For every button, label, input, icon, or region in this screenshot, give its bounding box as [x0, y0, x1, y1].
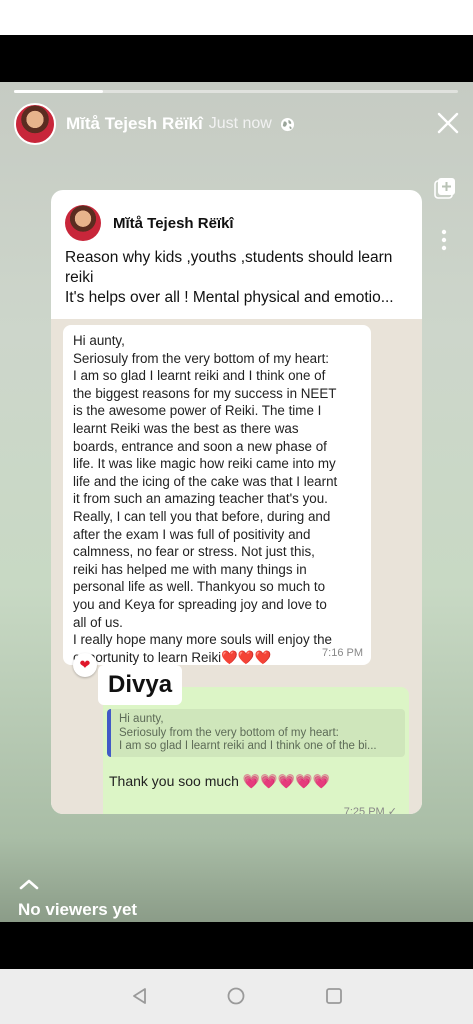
incoming-message-line: boards, entrance and soon a new phase of — [73, 438, 327, 454]
incoming-message-line: Seriosuly from the very bottom of my hea… — [73, 350, 330, 366]
chevron-up-icon[interactable] — [19, 878, 39, 890]
post-avatar[interactable] — [65, 205, 101, 241]
home-icon[interactable] — [226, 986, 246, 1006]
quoted-message: Hi aunty, Seriosuly from the very bottom … — [107, 709, 405, 757]
quoted-message-line: Seriosuly from the very bottom of my hea… — [119, 726, 339, 739]
incoming-message-line: is the awesome power of Reiki. The time … — [73, 403, 322, 419]
reply-text: Thank you soo much 💗💗💗💗💗 — [109, 773, 331, 789]
incoming-message-line: reiki has helped me with many things in — [73, 561, 307, 577]
sender-label: Divya — [98, 665, 183, 705]
quoted-message-line: Hi aunty, — [119, 713, 164, 725]
incoming-message-line: all of us. — [73, 614, 123, 630]
incoming-message-text: Hi aunty, Seriosuly from the very bottom … — [73, 332, 361, 666]
chat-screenshot: Hi aunty, Seriosuly from the very bottom … — [51, 319, 422, 814]
add-to-story-icon[interactable] — [433, 176, 457, 200]
incoming-message-bubble: Hi aunty, Seriosuly from the very bottom … — [63, 325, 371, 665]
incoming-message-line: I really hope many more souls will enjoy… — [73, 632, 333, 648]
top-black-bar — [0, 35, 473, 82]
viewers-text[interactable]: No viewers yet — [18, 900, 137, 920]
navigation-bar — [0, 969, 473, 1024]
incoming-message-line: opportunity to learn Reiki❤️❤️❤️ — [73, 649, 272, 665]
recent-apps-icon[interactable] — [324, 986, 344, 1006]
post-header: Mĭtå Tejesh Rëïkî — [65, 204, 234, 242]
incoming-message-line: Really, I can tell you that before, duri… — [73, 508, 331, 524]
heart-reaction-icon: ❤ — [73, 653, 97, 677]
bottom-black-bar — [0, 922, 473, 969]
more-vertical-icon[interactable] — [440, 229, 448, 251]
close-icon[interactable] — [436, 111, 460, 135]
status-bar — [0, 0, 473, 35]
shared-post-card[interactable]: Mĭtå Tejesh Rëïkî Reason why kids ,youth… — [51, 190, 422, 814]
incoming-message-line: personal life as well. Thankyou so much … — [73, 579, 326, 595]
post-text-line[interactable]: It's helps over all ! Mental physical an… — [65, 288, 410, 308]
incoming-message-line: after the exam I was full of positivity … — [73, 526, 311, 542]
story-view[interactable]: Mĭtå Tejesh Rëïkî Just now Mĭtå Tejesh R… — [0, 82, 473, 922]
incoming-message-line: you and Keya for spreading joy and love … — [73, 596, 327, 612]
post-text: Reason why kids ,youths ,students should… — [65, 248, 410, 308]
avatar[interactable] — [14, 103, 56, 145]
story-progress-bar — [14, 90, 458, 93]
story-progress-fill — [14, 90, 103, 93]
outgoing-message-bubble: Hi aunty, Seriosuly from the very bottom … — [103, 687, 409, 814]
globe-icon — [280, 117, 294, 131]
incoming-message-line: it from such an amazing teacher that's y… — [73, 491, 328, 507]
incoming-message-line: learnt Reiki was the best as there was — [73, 420, 299, 436]
incoming-message-line: the biggest reasons for my success in NE… — [73, 385, 337, 401]
story-time: Just now — [208, 115, 272, 132]
incoming-message-line: I am so glad I learnt reiki and I think … — [73, 368, 326, 384]
message-time: 7:25 PM ✓ — [343, 806, 397, 814]
message-time: 7:16 PM — [322, 647, 363, 659]
post-text-line: Reason why kids ,youths ,students should… — [65, 249, 393, 286]
incoming-message-line: life and the icing of the cake was that … — [73, 473, 338, 489]
back-icon[interactable] — [130, 986, 150, 1006]
story-user-name[interactable]: Mĭtå Tejesh Rëïkî — [66, 114, 203, 134]
incoming-message-line: life. It was like magic how reiki came i… — [73, 456, 336, 472]
post-author-name[interactable]: Mĭtå Tejesh Rëïkî — [113, 215, 234, 232]
incoming-message-line: calmness, no fear or stress. Not just th… — [73, 544, 315, 560]
quoted-message-line: I am so glad I learnt reiki and I think … — [119, 740, 377, 752]
story-header: Mĭtå Tejesh Rëïkî Just now — [14, 102, 460, 146]
incoming-message-line: Hi aunty, — [73, 333, 125, 348]
